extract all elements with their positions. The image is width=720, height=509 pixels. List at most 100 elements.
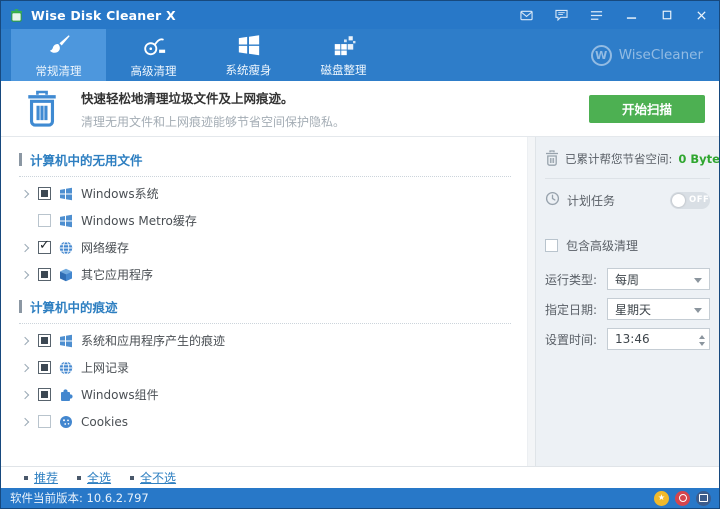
list-item-system-traces[interactable]: 系统和应用程序产生的痕迹 [19,327,527,354]
chevron-right-icon [21,270,29,278]
chevron-right-icon [21,189,29,197]
list-item-other-apps[interactable]: 其它应用程序 [19,261,527,288]
banner-title: 快速轻松地清理垃圾文件及上网痕迹。 [81,88,589,107]
link-select-all[interactable]: 全选 [77,469,111,486]
scheduled-day-row: 指定日期: 星期天 [545,298,710,320]
list-item-windows-system[interactable]: Windows系统 [19,180,527,207]
link-select-none[interactable]: 全不选 [130,469,176,486]
link-label: 全选 [87,469,111,486]
defrag-icon [332,33,356,60]
list-item-browsing-history[interactable]: 上网记录 [19,354,527,381]
statusbar-icons [654,491,711,506]
item-checkbox[interactable] [38,388,51,401]
main-area: 计算机中的无用文件 Windows系统 Windows Metro缓存 [1,137,719,466]
spinner-arrows[interactable] [699,332,705,349]
star-icon[interactable] [654,491,669,506]
item-checkbox[interactable] [38,187,51,200]
expand-arrow [19,218,36,224]
windows-logo-icon [59,214,73,228]
savings-row: 已累计帮您节省空间: 0 Bytes [545,147,710,171]
scheduled-day-label: 指定日期: [545,301,607,318]
weibo-icon[interactable] [675,491,690,506]
section-title: 计算机中的无用文件 [30,150,143,169]
list-item-cookies[interactable]: Cookies [19,408,527,435]
chevron-down-icon [694,308,702,317]
advanced-clean-checkbox[interactable] [545,239,558,252]
tab-advanced-clean[interactable]: 高级清理 [106,29,201,81]
windows-logo-icon [59,334,73,348]
mail-icon[interactable] [509,1,544,29]
item-checkbox[interactable] [38,241,51,254]
expand-arrow[interactable] [19,338,36,344]
main-nav: 常规清理 高级清理 系统瘦身 磁盘整理 W WiseCleaner [1,29,719,81]
spinner-down-icon [699,342,705,349]
forum-icon[interactable] [696,491,711,506]
scheduled-day-select[interactable]: 星期天 [607,298,710,320]
banner-text: 快速轻松地清理垃圾文件及上网痕迹。 清理无用文件和上网痕迹能够节省空间保护隐私。 [81,88,589,130]
settings-sidebar: 已累计帮您节省空间: 0 Bytes 计划任务 OFF 包含高级清理 运行类型 [535,137,719,466]
item-checkbox[interactable] [38,268,51,281]
statusbar: 软件当前版本: 10.6.2.797 [1,488,719,508]
advanced-clean-row[interactable]: 包含高级清理 [545,237,710,254]
globe-icon [59,241,73,255]
close-button[interactable] [684,1,719,29]
banner-subtitle: 清理无用文件和上网痕迹能够节省空间保护隐私。 [81,113,589,130]
item-label: Windows组件 [81,386,159,403]
trash-icon [545,150,559,169]
expand-arrow[interactable] [19,392,36,398]
tab-label: 高级清理 [131,63,177,79]
expand-arrow[interactable] [19,365,36,371]
expand-arrow[interactable] [19,245,36,251]
brush-icon [46,32,72,61]
savings-value: 0 Bytes [678,152,719,166]
schedule-label: 计划任务 [567,192,663,209]
scrollbar[interactable] [527,137,535,466]
item-checkbox[interactable] [38,334,51,347]
windows-logo-icon [59,187,73,201]
list-item-metro-cache[interactable]: Windows Metro缓存 [19,207,527,234]
feedback-chat-icon[interactable] [544,1,579,29]
item-checkbox[interactable] [38,415,51,428]
tab-disk-defrag[interactable]: 磁盘整理 [296,29,391,81]
item-checkbox[interactable] [38,214,51,227]
maximize-button[interactable] [649,1,684,29]
list-item-windows-components[interactable]: Windows组件 [19,381,527,408]
clock-icon [545,191,560,209]
toggle-state-label: OFF [689,195,709,205]
tab-label: 系统瘦身 [226,62,272,78]
expand-arrow[interactable] [19,272,36,278]
menu-icon[interactable] [579,1,614,29]
chevron-down-icon [694,278,702,287]
chevron-right-icon [21,336,29,344]
spinner-up-icon [699,332,705,339]
titlebar: Wise Disk Cleaner X [1,1,719,29]
cleanup-list-panel: 计算机中的无用文件 Windows系统 Windows Metro缓存 [1,137,527,466]
link-recommended[interactable]: 推荐 [24,469,58,486]
scheduled-time-value: 13:46 [615,332,650,346]
schedule-toggle[interactable]: OFF [670,192,710,209]
expand-arrow[interactable] [19,191,36,197]
item-label: 系统和应用程序产生的痕迹 [81,332,225,349]
section-header-useless-files: 计算机中的无用文件 [19,147,527,171]
item-label: Cookies [81,415,128,429]
version-text: 软件当前版本: 10.6.2.797 [10,490,149,506]
run-type-label: 运行类型: [545,271,607,288]
list-item-network-cache[interactable]: 网络缓存 [19,234,527,261]
item-label: 其它应用程序 [81,266,153,283]
item-checkbox[interactable] [38,361,51,374]
tab-label: 磁盘整理 [321,62,367,78]
bullet-icon [130,476,134,480]
expand-arrow[interactable] [19,419,36,425]
cube-icon [59,268,73,282]
app-logo-icon [9,8,24,23]
bullet-icon [77,476,81,480]
bullet-icon [24,476,28,480]
tab-regular-clean[interactable]: 常规清理 [11,29,106,81]
start-scan-button[interactable]: 开始扫描 [589,95,705,123]
run-type-select[interactable]: 每周 [607,268,710,290]
tab-system-slim[interactable]: 系统瘦身 [201,29,296,81]
scheduled-time-spinner[interactable]: 13:46 [607,328,710,350]
minimize-button[interactable] [614,1,649,29]
item-label: Windows Metro缓存 [81,212,197,229]
toggle-knob [672,194,685,207]
